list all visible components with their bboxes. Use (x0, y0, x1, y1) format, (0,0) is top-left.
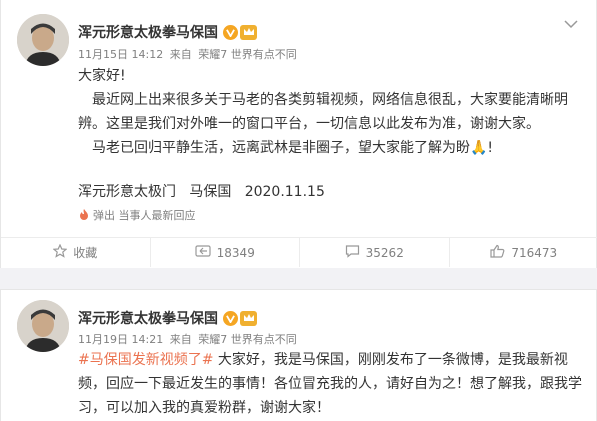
hot-comment-link[interactable]: 弹出 当事人最新回应 (78, 207, 196, 223)
avatar[interactable] (17, 300, 69, 352)
post-meta: 11月15日 14:12 来自 荣耀7 世界有点不同 (78, 46, 300, 62)
hot-fire-icon (78, 208, 93, 223)
topic-link[interactable]: #马保国发新视频了# (78, 352, 213, 368)
avatar[interactable] (17, 14, 69, 66)
repost-icon (195, 244, 217, 261)
favorite-label: 收藏 (73, 246, 98, 260)
device-source[interactable]: 荣耀7 世界有点不同 (198, 48, 297, 61)
author-row: 浑元形意太极拳马保国 (78, 308, 257, 328)
post-time[interactable]: 11月15日 14:12 (78, 48, 163, 61)
weibo-post-2: 浑元形意太极拳马保国 11月19日 14:21 来自 荣耀7 世界有点不同 #马… (0, 289, 597, 421)
thumbs-up-icon (490, 244, 511, 261)
chevron-down-icon[interactable] (564, 14, 578, 33)
signature: 浑元形意太极门 马保国 2020.11.15 (78, 184, 325, 200)
action-bar: 收藏 18349 35262 716473 (1, 237, 597, 267)
username[interactable]: 浑元形意太极拳马保国 (78, 22, 218, 42)
from-label: 来自 (169, 48, 192, 61)
repost-button[interactable]: 18349 (151, 238, 300, 267)
greeting-text: 大家好! (78, 68, 126, 84)
hot-comment-text[interactable]: 弹出 当事人最新回应 (93, 207, 196, 223)
post-text: #马保国发新视频了# 大家好，我是马保国，刚刚发布了一条微博，是我最新视频，回应… (78, 348, 583, 420)
post-body: #马保国发新视频了# 大家好，我是马保国，刚刚发布了一条微博，是我最新视频，回应… (78, 348, 583, 420)
star-icon (52, 243, 73, 261)
weibo-post-1: 浑元形意太极拳马保国 11月15日 14:12 来自 荣耀7 世界有点不同 大家… (0, 0, 597, 279)
card-gap (0, 268, 597, 289)
vip-crown-icon[interactable] (240, 310, 257, 326)
verified-v-icon (223, 310, 238, 326)
comment-count: 35262 (365, 245, 404, 260)
author-row: 浑元形意太极拳马保国 (78, 22, 257, 42)
device-source[interactable]: 荣耀7 世界有点不同 (198, 333, 297, 346)
like-button[interactable]: 716473 (450, 238, 597, 267)
post-body: 大家好! 最近网上出来很多关于马老的各类剪辑视频，网络信息很乱，大家要能清晰明辨… (78, 64, 583, 160)
username[interactable]: 浑元形意太极拳马保国 (78, 308, 218, 328)
comment-icon (345, 244, 366, 261)
comment-button[interactable]: 35262 (300, 238, 450, 267)
favorite-button[interactable]: 收藏 (1, 238, 151, 267)
like-count: 716473 (511, 245, 558, 260)
paragraph-2: 马老已回归平静生活，远离武林是非圈子，望大家能了解为盼🙏! (92, 140, 494, 156)
from-label: 来自 (169, 333, 192, 346)
verified-v-icon (223, 24, 238, 40)
paragraph-1: 最近网上出来很多关于马老的各类剪辑视频，网络信息很乱，大家要能清晰明辨。这里是我… (78, 92, 568, 132)
post-meta: 11月19日 14:21 来自 荣耀7 世界有点不同 (78, 331, 300, 347)
post-time[interactable]: 11月19日 14:21 (78, 333, 163, 346)
vip-crown-icon[interactable] (240, 24, 257, 40)
repost-count: 18349 (216, 245, 255, 260)
